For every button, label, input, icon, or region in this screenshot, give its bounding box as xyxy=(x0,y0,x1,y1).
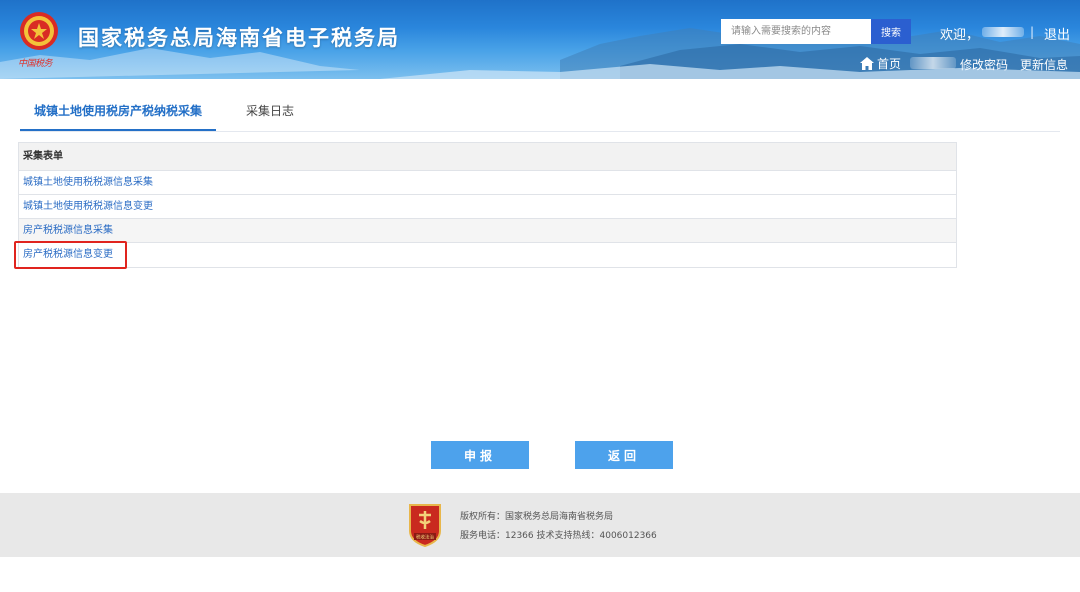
property-tax-source-collect-link[interactable]: 房产税税源信息采集 xyxy=(23,225,113,236)
search-button[interactable]: 搜索 xyxy=(871,19,911,44)
header-separator: | xyxy=(1030,25,1035,39)
emblem-caption: 中国税务 xyxy=(18,59,53,69)
table-row: 房产税税源信息采集 xyxy=(19,219,956,243)
header-banner: 中国税务 国家税务总局海南省电子税务局 搜索 欢迎， | 退出 首页 修改密码 … xyxy=(0,0,1080,79)
land-tax-source-collect-link[interactable]: 城镇土地使用税税源信息采集 xyxy=(23,177,153,188)
table-header: 采集表单 xyxy=(19,143,956,171)
home-link[interactable]: 首页 xyxy=(860,55,901,72)
logout-link[interactable]: 退出 xyxy=(1044,24,1070,43)
welcome-text: 欢迎， xyxy=(940,28,980,43)
property-tax-source-change-link[interactable]: 房产税税源信息变更 xyxy=(23,249,113,260)
home-icon xyxy=(860,57,874,70)
redacted-info xyxy=(910,57,956,69)
footer: 税收法治 版权所有：国家税务总局海南省税务局 服务电话：12366 技术支持热线… xyxy=(0,493,1080,557)
back-button[interactable]: 返回 xyxy=(575,441,673,469)
footer-logo-icon: 税收法治 xyxy=(409,504,441,547)
tab-property-tax-collection[interactable]: 城镇土地使用税房产税纳税采集 xyxy=(20,92,216,131)
search-input[interactable] xyxy=(721,19,871,44)
emblem-icon xyxy=(20,12,58,50)
land-tax-source-change-link[interactable]: 城镇土地使用税税源信息变更 xyxy=(23,201,153,212)
table-row: 房产税税源信息变更 xyxy=(19,243,956,267)
footer-copyright: 版权所有：国家税务总局海南省税务局 xyxy=(460,512,614,522)
site-title: 国家税务总局海南省电子税务局 xyxy=(78,26,400,50)
home-label: 首页 xyxy=(877,57,902,71)
redacted-username xyxy=(982,27,1024,37)
change-password-link[interactable]: 修改密码 xyxy=(960,56,1008,73)
update-info-link[interactable]: 更新信息 xyxy=(1020,56,1068,73)
footer-logo-caption: 税收法治 xyxy=(416,534,434,541)
footer-service-phone: 服务电话：12366 技术支持热线：4006012366 xyxy=(460,531,657,541)
collection-form-table: 采集表单 城镇土地使用税税源信息采集 城镇土地使用税税源信息变更 房产税税源信息… xyxy=(18,142,957,268)
tab-collection-log[interactable]: 采集日志 xyxy=(246,92,294,131)
submit-button[interactable]: 申报 xyxy=(431,441,529,469)
tab-bar: 城镇土地使用税房产税纳税采集 采集日志 xyxy=(20,92,1060,132)
table-row: 城镇土地使用税税源信息变更 xyxy=(19,195,956,219)
table-row: 城镇土地使用税税源信息采集 xyxy=(19,171,956,195)
